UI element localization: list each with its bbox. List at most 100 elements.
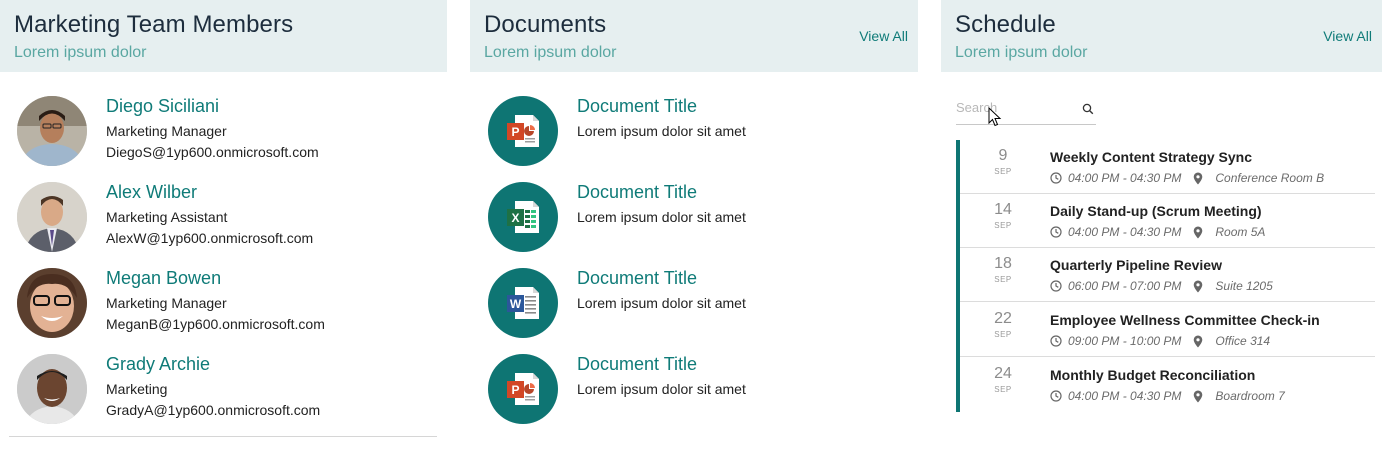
svg-text:P: P bbox=[511, 383, 519, 397]
document-description: Lorem ipsum dolor sit amet bbox=[577, 381, 746, 397]
document-item[interactable]: X Document Title Lorem ipsum dolor sit a… bbox=[488, 182, 908, 254]
event-title[interactable]: Daily Stand-up (Scrum Meeting) bbox=[1050, 203, 1262, 219]
document-description: Lorem ipsum dolor sit amet bbox=[577, 123, 746, 139]
search-icon[interactable] bbox=[1082, 102, 1094, 120]
event-item[interactable]: 14 SEP Daily Stand-up (Scrum Meeting) 04… bbox=[960, 194, 1375, 248]
document-title[interactable]: Document Title bbox=[577, 182, 697, 203]
document-description: Lorem ipsum dolor sit amet bbox=[577, 209, 746, 225]
divider bbox=[960, 356, 1375, 357]
event-time: 04:00 PM - 04:30 PM bbox=[1068, 389, 1182, 403]
event-list: 9 SEP Weekly Content Strategy Sync 04:00… bbox=[956, 140, 1375, 412]
avatar[interactable] bbox=[17, 182, 87, 252]
event-location-text: Office 314 bbox=[1215, 334, 1271, 348]
search-box[interactable] bbox=[956, 97, 1096, 125]
event-title[interactable]: Weekly Content Strategy Sync bbox=[1050, 149, 1252, 165]
word-icon[interactable]: W bbox=[488, 268, 558, 338]
member-name[interactable]: Megan Bowen bbox=[106, 268, 221, 289]
event-meta: 09:00 PM - 10:00 PM Office 314 bbox=[1050, 334, 1270, 348]
clock-icon bbox=[1050, 390, 1062, 402]
svg-text:P: P bbox=[511, 125, 519, 139]
documents-panel: Documents Lorem ipsum dolor View All P D… bbox=[470, 0, 918, 424]
event-time: 04:00 PM - 04:30 PM bbox=[1068, 225, 1182, 239]
event-meta: 04:00 PM - 04:30 PM Conference Room B bbox=[1050, 171, 1324, 185]
document-item[interactable]: P Document Title Lorem ipsum dolor sit a… bbox=[488, 354, 908, 426]
divider bbox=[960, 301, 1375, 302]
member-role: Marketing Manager bbox=[106, 295, 227, 311]
member-name[interactable]: Grady Archie bbox=[106, 354, 210, 375]
document-item[interactable]: W Document Title Lorem ipsum dolor sit a… bbox=[488, 268, 908, 340]
event-location: Office 314 bbox=[1193, 334, 1270, 348]
event-month: SEP bbox=[994, 385, 1012, 394]
event-month: SEP bbox=[994, 221, 1012, 230]
event-location-text: Conference Room B bbox=[1215, 171, 1325, 185]
clock-icon bbox=[1050, 172, 1062, 184]
location-pin-icon bbox=[1194, 280, 1203, 292]
event-meta: 04:00 PM - 04:30 PM Room 5A bbox=[1050, 225, 1265, 239]
event-title[interactable]: Monthly Budget Reconciliation bbox=[1050, 367, 1255, 383]
event-month: SEP bbox=[994, 167, 1012, 176]
clock-icon bbox=[1050, 226, 1062, 238]
location-pin-icon bbox=[1194, 335, 1203, 347]
member-card[interactable]: Megan Bowen Marketing Manager MeganB@1yp… bbox=[17, 268, 437, 340]
document-title[interactable]: Document Title bbox=[577, 268, 697, 289]
event-time: 04:00 PM - 04:30 PM bbox=[1068, 171, 1182, 185]
team-members-panel: Marketing Team Members Lorem ipsum dolor… bbox=[0, 0, 447, 437]
avatar[interactable] bbox=[17, 354, 87, 424]
svg-text:W: W bbox=[510, 297, 522, 311]
powerpoint-icon[interactable]: P bbox=[488, 96, 558, 166]
event-item[interactable]: 22 SEP Employee Wellness Committee Check… bbox=[960, 303, 1375, 357]
event-location: Room 5A bbox=[1193, 225, 1265, 239]
event-title[interactable]: Quarterly Pipeline Review bbox=[1050, 257, 1222, 273]
powerpoint-icon[interactable]: P bbox=[488, 354, 558, 424]
avatar[interactable] bbox=[17, 268, 87, 338]
view-all-link[interactable]: View All bbox=[1323, 28, 1372, 44]
member-email: GradyA@1yp600.onmicrosoft.com bbox=[106, 402, 321, 418]
event-meta: 04:00 PM - 04:30 PM Boardroom 7 bbox=[1050, 389, 1285, 403]
panel-subtitle: Lorem ipsum dolor bbox=[484, 44, 617, 61]
documents-header: Documents Lorem ipsum dolor View All bbox=[470, 0, 918, 72]
member-card[interactable]: Alex Wilber Marketing Assistant AlexW@1y… bbox=[17, 182, 437, 254]
excel-icon[interactable]: X bbox=[488, 182, 558, 252]
document-item[interactable]: P Document Title Lorem ipsum dolor sit a… bbox=[488, 96, 908, 168]
panel-title: Documents bbox=[484, 11, 607, 38]
event-item[interactable]: 9 SEP Weekly Content Strategy Sync 04:00… bbox=[960, 140, 1375, 194]
search-input[interactable] bbox=[956, 100, 1074, 115]
event-meta: 06:00 PM - 07:00 PM Suite 1205 bbox=[1050, 279, 1273, 293]
location-pin-icon bbox=[1194, 390, 1203, 402]
member-role: Marketing bbox=[106, 381, 168, 397]
member-email: DiegoS@1yp600.onmicrosoft.com bbox=[106, 144, 319, 160]
document-title[interactable]: Document Title bbox=[577, 354, 697, 375]
event-location-text: Room 5A bbox=[1215, 225, 1266, 239]
member-email: MeganB@1yp600.onmicrosoft.com bbox=[106, 316, 325, 332]
event-title[interactable]: Employee Wellness Committee Check-in bbox=[1050, 312, 1320, 328]
avatar[interactable] bbox=[17, 96, 87, 166]
panel-subtitle: Lorem ipsum dolor bbox=[14, 44, 147, 61]
mouse-cursor-icon bbox=[988, 106, 1002, 132]
document-title[interactable]: Document Title bbox=[577, 96, 697, 117]
panel-title: Marketing Team Members bbox=[14, 11, 294, 38]
member-name[interactable]: Alex Wilber bbox=[106, 182, 197, 203]
location-pin-icon bbox=[1194, 226, 1203, 238]
divider bbox=[9, 436, 437, 437]
event-time: 06:00 PM - 07:00 PM bbox=[1068, 279, 1182, 293]
member-card[interactable]: Grady Archie Marketing GradyA@1yp600.onm… bbox=[17, 354, 437, 426]
event-month: SEP bbox=[994, 330, 1012, 339]
event-day: 22 bbox=[994, 310, 1012, 327]
event-day: 18 bbox=[994, 255, 1012, 272]
member-name[interactable]: Diego Siciliani bbox=[106, 96, 219, 117]
member-card[interactable]: Diego Siciliani Marketing Manager DiegoS… bbox=[17, 96, 437, 168]
event-location-text: Suite 1205 bbox=[1215, 279, 1273, 293]
event-location: Conference Room B bbox=[1193, 171, 1324, 185]
schedule-panel: Schedule Lorem ipsum dolor View All 9 SE… bbox=[941, 0, 1382, 412]
event-day: 24 bbox=[994, 365, 1012, 382]
event-day: 14 bbox=[994, 201, 1012, 218]
view-all-link[interactable]: View All bbox=[859, 28, 908, 44]
event-time: 09:00 PM - 10:00 PM bbox=[1068, 334, 1182, 348]
event-item[interactable]: 18 SEP Quarterly Pipeline Review 06:00 P… bbox=[960, 248, 1375, 302]
event-item[interactable]: 24 SEP Monthly Budget Reconciliation 04:… bbox=[960, 358, 1375, 412]
event-month: SEP bbox=[994, 275, 1012, 284]
event-location: Suite 1205 bbox=[1193, 279, 1273, 293]
clock-icon bbox=[1050, 280, 1062, 292]
clock-icon bbox=[1050, 335, 1062, 347]
member-email: AlexW@1yp600.onmicrosoft.com bbox=[106, 230, 314, 246]
